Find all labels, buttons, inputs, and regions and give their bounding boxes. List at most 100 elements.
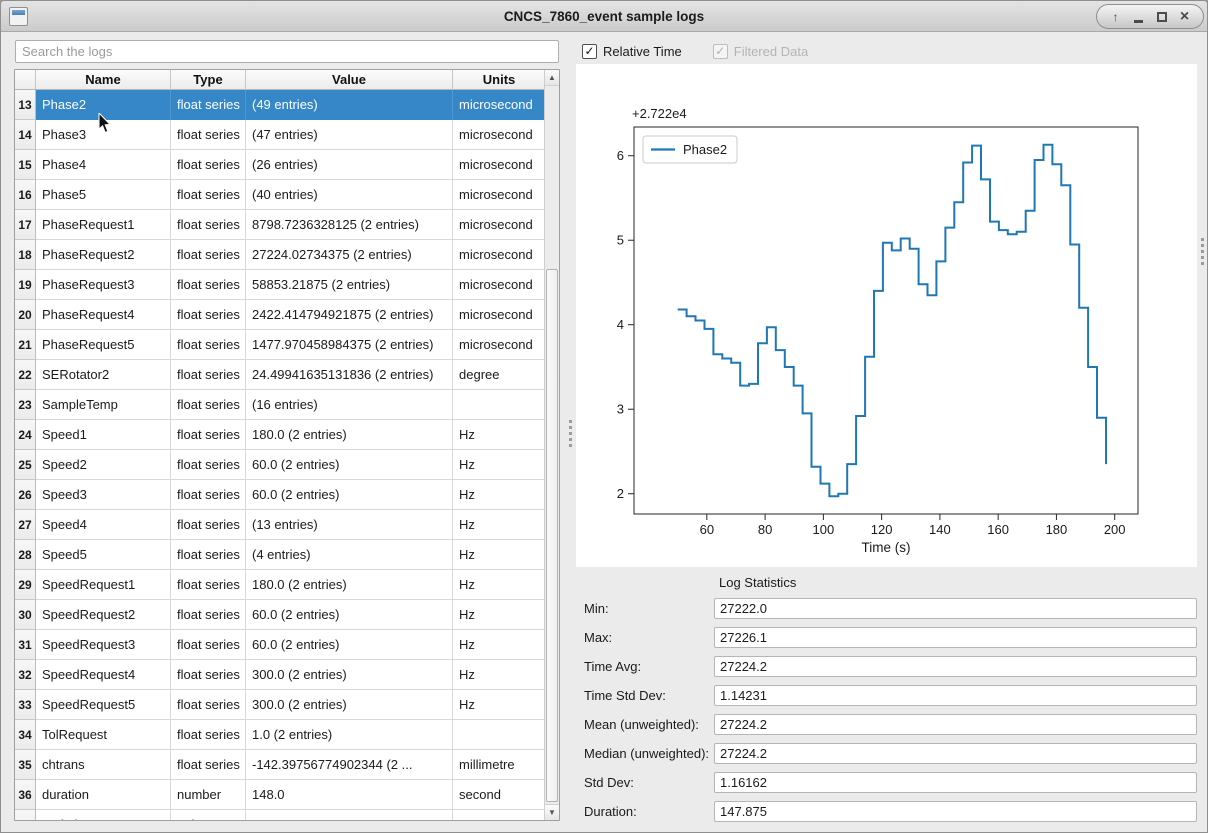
column-header-type[interactable]: Type <box>171 70 246 90</box>
cell-name[interactable]: duration <box>36 780 171 810</box>
cell-num[interactable]: 13 <box>15 90 36 120</box>
stat-value-input[interactable] <box>714 656 1197 677</box>
scroll-down-icon[interactable]: ▼ <box>545 804 559 820</box>
cell-value[interactable]: (16 entries) <box>246 390 453 420</box>
cell-units[interactable]: Hz <box>453 600 546 630</box>
cell-units[interactable]: Hz <box>453 450 546 480</box>
cell-num[interactable]: 14 <box>15 120 36 150</box>
cell-name[interactable]: PhaseRequest4 <box>36 300 171 330</box>
cell-num[interactable]: 16 <box>15 180 36 210</box>
cell-num[interactable]: 30 <box>15 600 36 630</box>
cell-value[interactable]: (47 entries) <box>246 120 453 150</box>
cell-value[interactable]: 27224.02734375 (2 entries) <box>246 240 453 270</box>
cell-units[interactable] <box>453 390 546 420</box>
table-row[interactable]: 18PhaseRequest2float series27224.0273437… <box>15 240 559 270</box>
cell-num[interactable]: 29 <box>15 570 36 600</box>
table-row[interactable]: 29SpeedRequest1float series180.0 (2 entr… <box>15 570 559 600</box>
cell-type[interactable]: float series <box>171 240 246 270</box>
cell-value[interactable]: 180.0 (2 entries) <box>246 420 453 450</box>
stat-value-input[interactable] <box>714 772 1197 793</box>
cell-num[interactable]: 15 <box>15 150 36 180</box>
cell-type[interactable]: string <box>171 810 246 821</box>
cell-name[interactable]: Speed3 <box>36 480 171 510</box>
table-scrollbar[interactable]: ▲ ▼ <box>544 70 559 820</box>
cell-num[interactable]: 35 <box>15 750 36 780</box>
relative-time-checkbox[interactable]: ✓ Relative Time <box>582 44 682 59</box>
right-edge-splitter[interactable] <box>1200 211 1205 291</box>
cell-type[interactable]: float series <box>171 360 246 390</box>
cell-units[interactable]: microsecond <box>453 90 546 120</box>
cell-name[interactable]: SpeedRequest1 <box>36 570 171 600</box>
cell-name[interactable]: TolRequest <box>36 720 171 750</box>
cell-units[interactable]: microsecond <box>453 180 546 210</box>
cell-type[interactable]: float series <box>171 90 246 120</box>
cell-name[interactable]: PhaseRequest5 <box>36 330 171 360</box>
cell-type[interactable]: float series <box>171 720 246 750</box>
cell-num[interactable]: 32 <box>15 660 36 690</box>
cell-name[interactable]: SERotator2 <box>36 360 171 390</box>
cell-num[interactable]: 21 <box>15 330 36 360</box>
cell-num[interactable]: 17 <box>15 210 36 240</box>
cell-name[interactable]: SpeedRequest3 <box>36 630 171 660</box>
cell-type[interactable]: float series <box>171 300 246 330</box>
cell-value[interactable]: -142.39756774902344 (2 ... <box>246 750 453 780</box>
cell-type[interactable]: float series <box>171 750 246 780</box>
cell-value[interactable]: 24.49941635131836 (2 entries) <box>246 360 453 390</box>
cell-type[interactable]: float series <box>171 120 246 150</box>
cell-num[interactable]: 25 <box>15 450 36 480</box>
cell-num[interactable]: 37 <box>15 810 36 821</box>
table-row[interactable]: 22SERotator2float series24.4994163513183… <box>15 360 559 390</box>
cell-value[interactable]: 60.0 (2 entries) <box>246 480 453 510</box>
cell-value[interactable]: 2422.414794921875 (2 entries) <box>246 300 453 330</box>
cell-name[interactable]: Speed1 <box>36 420 171 450</box>
table-row[interactable]: 24Speed1float series180.0 (2 entries)Hz <box>15 420 559 450</box>
cell-type[interactable]: float series <box>171 690 246 720</box>
cell-units[interactable]: Hz <box>453 510 546 540</box>
cell-value[interactable]: 180.0 (2 entries) <box>246 570 453 600</box>
cell-value[interactable]: 60.0 (2 entries) <box>246 450 453 480</box>
cell-units[interactable]: microsecond <box>453 150 546 180</box>
cell-type[interactable]: float series <box>171 420 246 450</box>
cell-value[interactable]: 2019-03-25T16:11:05 <box>246 810 453 821</box>
table-row[interactable]: 17PhaseRequest1float series8798.72363281… <box>15 210 559 240</box>
table-row[interactable]: 23SampleTempfloat series(16 entries) <box>15 390 559 420</box>
cell-units[interactable]: Hz <box>453 480 546 510</box>
close-button[interactable]: × <box>1173 4 1196 29</box>
cell-type[interactable]: float series <box>171 330 246 360</box>
cell-units[interactable]: Hz <box>453 690 546 720</box>
table-row[interactable]: 20PhaseRequest4float series2422.41479492… <box>15 300 559 330</box>
stat-value-input[interactable] <box>714 627 1197 648</box>
cell-units[interactable]: microsecond <box>453 240 546 270</box>
cell-value[interactable]: 60.0 (2 entries) <box>246 600 453 630</box>
cell-value[interactable]: 60.0 (2 entries) <box>246 630 453 660</box>
cell-value[interactable]: 8798.7236328125 (2 entries) <box>246 210 453 240</box>
cell-name[interactable]: Speed5 <box>36 540 171 570</box>
search-input[interactable] <box>15 40 559 63</box>
scroll-up-icon[interactable]: ▲ <box>545 70 559 86</box>
table-row[interactable]: 21PhaseRequest5float series1477.97045898… <box>15 330 559 360</box>
cell-name[interactable]: SpeedRequest5 <box>36 690 171 720</box>
stat-value-input[interactable] <box>714 685 1197 706</box>
minimize-button[interactable] <box>1127 4 1150 29</box>
cell-units[interactable]: microsecond <box>453 330 546 360</box>
cell-type[interactable]: float series <box>171 630 246 660</box>
cell-name[interactable]: Speed2 <box>36 450 171 480</box>
cell-value[interactable]: (13 entries) <box>246 510 453 540</box>
cell-units[interactable]: microsecond <box>453 300 546 330</box>
cell-type[interactable]: float series <box>171 540 246 570</box>
table-row[interactable]: 27Speed4float series(13 entries)Hz <box>15 510 559 540</box>
cell-num[interactable]: 23 <box>15 390 36 420</box>
cell-value[interactable]: (49 entries) <box>246 90 453 120</box>
cell-name[interactable]: Phase5 <box>36 180 171 210</box>
cell-units[interactable] <box>453 810 546 821</box>
table-row[interactable]: 36durationnumber148.0second <box>15 780 559 810</box>
cell-num[interactable]: 36 <box>15 780 36 810</box>
stat-value-input[interactable] <box>714 743 1197 764</box>
cell-name[interactable]: SpeedRequest2 <box>36 600 171 630</box>
cell-value[interactable]: 1.0 (2 entries) <box>246 720 453 750</box>
stat-value-input[interactable] <box>714 714 1197 735</box>
cell-type[interactable]: float series <box>171 180 246 210</box>
cell-name[interactable]: chtrans <box>36 750 171 780</box>
cell-num[interactable]: 22 <box>15 360 36 390</box>
table-row[interactable]: 14Phase3float series(47 entries)microsec… <box>15 120 559 150</box>
